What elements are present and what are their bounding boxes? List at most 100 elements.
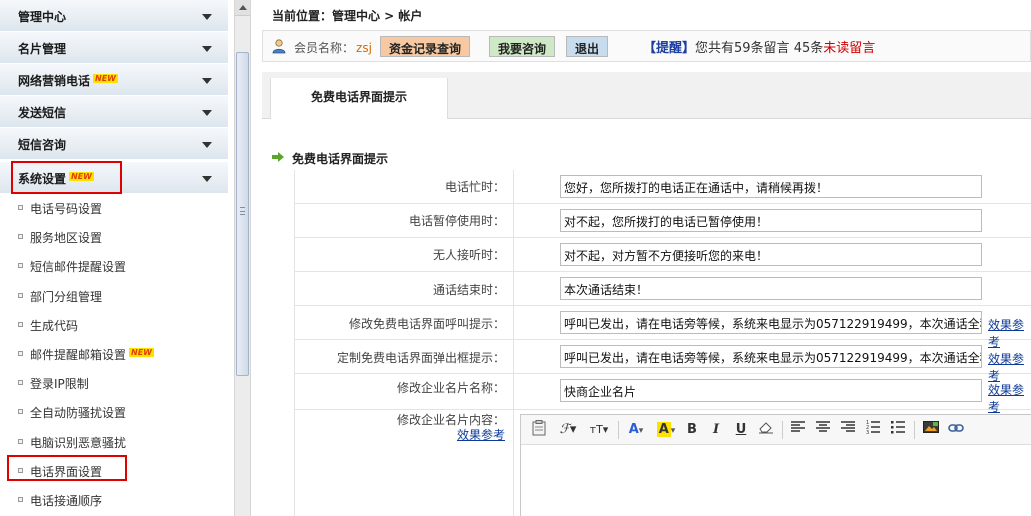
user-bar: 会员名称： zsj 资金记录查询 我要咨询 退出 【提醒】您共有59条留言 45条… [262,30,1031,62]
menu-label: 名片管理 [18,42,67,56]
call-prompt-text-input[interactable]: 呼叫已发出，请在电话旁等候，系统来电显示为057122919499，本次通话全程 [560,311,982,334]
notice-text: 您共有59条留言 45条 [695,41,824,56]
paste-icon[interactable] [529,420,549,440]
toolbar-separator [782,421,783,439]
ordered-list-icon[interactable]: 123 [864,420,882,440]
notice-label[interactable]: 【提醒】 [643,41,695,56]
grip-icon [240,207,245,215]
field-label: 定制免费电话界面弹出框提示： [294,340,514,373]
bullet-icon [18,234,23,240]
field-label: 电话忙时： [294,170,514,203]
unordered-list-icon[interactable] [889,420,907,440]
chevron-down-icon [202,78,212,84]
fund-record-button[interactable]: 资金记录查询 [380,36,471,57]
rich-text-editor[interactable]: ℱ▾ тT▾ A▾ A ▾ B I U 123 [520,414,1031,516]
font-family-icon[interactable]: ℱ▾ [555,420,581,440]
font-color-icon[interactable]: A▾ [624,420,648,440]
image-icon[interactable] [921,420,941,440]
editor-toolbar: ℱ▾ тT▾ A▾ A ▾ B I U 123 [521,415,1031,445]
bullet-icon [18,350,23,356]
chevron-down-icon [202,110,212,116]
logout-button[interactable]: 退出 [566,36,609,57]
sidebar-item-label: 服务地区设置 [30,231,103,246]
field-label: 电话暂停使用时： [294,204,514,237]
chevron-down-icon [202,14,212,20]
chevron-down-icon [202,46,212,52]
sidebar-item-login-ip-limit[interactable]: 登录IP限制 [0,368,228,397]
bullet-icon [18,263,23,269]
sidebar-item-sms-mail-reminder[interactable]: 短信邮件提醒设置 [0,251,228,280]
consult-button[interactable]: 我要咨询 [489,36,556,57]
menu-label: 短信咨询 [18,138,67,152]
eraser-icon[interactable] [756,420,776,440]
user-icon [272,39,286,54]
member-label: 会员名称： zsj [294,41,372,55]
sidebar-item-generate-code[interactable]: 生成代码 [0,310,228,339]
menu-send-sms[interactable]: 发送短信 [0,96,228,128]
effect-reference-link[interactable]: 效果参考 [457,428,505,442]
bullet-icon [18,467,23,473]
member-name: zsj [356,41,372,55]
form-row-call-end: 通话结束时： 本次通话结束！ [294,272,1031,306]
sidebar-item-anti-harass[interactable]: 全自动防骚扰设置 [0,397,228,426]
main-content: 当前位置：管理中心 > 帐户 会员名称： zsj 资金记录查询 我要咨询 退出 【… [252,0,1031,516]
menu-sms-consult[interactable]: 短信咨询 [0,128,228,160]
sidebar: 管理中心 名片管理 网络营销电话 NEW 发送短信 短信咨询 系统设置 NEW 电话… [0,0,234,516]
busy-text-input[interactable]: 您好，您所拨打的电话正在通话中，请稍候再拨！ [560,175,982,198]
underline-icon[interactable]: U [732,420,750,440]
suspended-text-input[interactable]: 对不起，您所拨打的电话已暂停使用！ [560,209,982,232]
form-row-card-name: 修改企业名片名称： 快商企业名片 效果参考 [294,374,1031,414]
bullet-icon [18,380,23,386]
menu-card-manage[interactable]: 名片管理 [0,32,228,64]
sidebar-item-service-area[interactable]: 服务地区设置 [0,222,228,251]
sidebar-item-malicious-detect[interactable]: 电脑识别恶意骚扰 [0,427,228,456]
font-size-icon[interactable]: тT▾ [585,420,613,440]
toolbar-separator [618,421,619,439]
menu-net-phone[interactable]: 网络营销电话 NEW [0,64,228,96]
section-title: 免费电话界面提示 [292,152,389,166]
unread-link[interactable]: 未读留言 [823,41,875,56]
sidebar-item-department-group[interactable]: 部门分组管理 [0,281,228,310]
chevron-down-icon [202,142,212,148]
call-end-text-input[interactable]: 本次通话结束！ [560,277,982,300]
card-name-text-input[interactable]: 快商企业名片 [560,379,982,402]
italic-icon[interactable]: I [707,420,725,440]
align-right-icon[interactable] [839,420,857,440]
new-badge: NEW [69,172,94,181]
sidebar-item-call-order[interactable]: 电话接通顺序 [0,485,228,514]
bold-icon[interactable]: B [683,420,701,440]
tab-free-phone-prompt[interactable]: 免费电话界面提示 [270,78,448,119]
no-answer-text-input[interactable]: 对不起，对方暂不方便接听您的来电！ [560,243,982,266]
new-badge: NEW [129,347,154,357]
align-left-icon[interactable] [789,420,807,440]
new-badge: NEW [93,74,118,83]
field-label: 无人接听时： [294,238,514,271]
menu-label: 管理中心 [18,10,67,24]
svg-text:3: 3 [866,430,869,434]
field-label: 修改免费电话界面呼叫提示： [294,306,514,339]
toolbar-separator [914,421,915,439]
sidebar-item-label: 电脑识别恶意骚扰 [30,435,127,450]
sidebar-item-label: 电话界面设置 [30,464,103,479]
field-label: 通话结束时： [294,272,514,305]
bullet-icon [18,205,23,210]
align-center-icon[interactable] [814,420,832,440]
form-row-busy: 电话忙时： 您好，您所拨打的电话正在通话中，请稍候再拨！ [294,170,1031,204]
sidebar-scrollbar[interactable] [234,0,251,516]
highlight-icon[interactable]: A ▾ [653,420,679,440]
form-row-suspended: 电话暂停使用时： 对不起，您所拨打的电话已暂停使用！ [294,204,1031,238]
popup-prompt-text-input[interactable]: 呼叫已发出，请在电话旁等候，系统来电显示为057122919499，本次通话全程 [560,345,982,368]
sidebar-item-mail-reminder-box[interactable]: 邮件提醒邮箱设置 NEW [0,339,228,368]
tab-bar: 免费电话界面提示 [262,72,1031,119]
chevron-down-icon [202,176,212,182]
menu-system-settings[interactable]: 系统设置 NEW [0,162,228,194]
form-row-call-prompt: 修改免费电话界面呼叫提示： 呼叫已发出，请在电话旁等候，系统来电显示为05712… [294,306,1031,349]
scroll-up-icon[interactable] [235,0,250,16]
menu-manage-center[interactable]: 管理中心 [0,0,228,32]
sidebar-item-label: 生成代码 [30,318,79,333]
link-icon[interactable] [946,420,966,440]
sidebar-item-label: 登录IP限制 [30,377,89,392]
sidebar-item-phone-ui-settings[interactable]: 电话界面设置 [0,456,228,485]
scroll-thumb[interactable] [236,52,249,376]
sidebar-item-phone-number[interactable]: 电话号码设置 [0,193,228,222]
